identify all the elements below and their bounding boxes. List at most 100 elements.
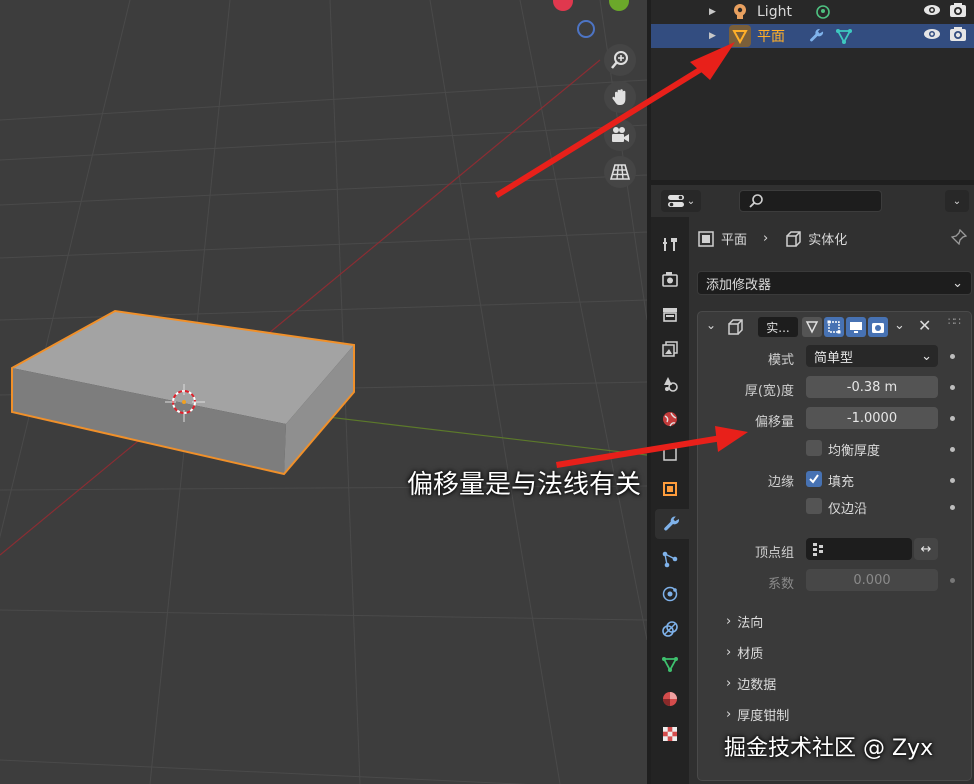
light-data-icon[interactable]	[815, 4, 831, 20]
breadcrumb-separator-icon: ›	[763, 231, 769, 246]
invert-vertex-group-button[interactable]: ↔	[914, 538, 938, 560]
mode-select[interactable]: 简单型 ⌄	[806, 345, 938, 367]
render-toggle[interactable]	[868, 317, 888, 337]
render-camera-icon[interactable]	[949, 2, 967, 22]
breadcrumb-modifier: 实体化	[808, 233, 848, 248]
keyframe-dot[interactable]	[950, 416, 955, 421]
collection-icon	[663, 447, 677, 461]
mesh-data-icon[interactable]	[835, 27, 853, 45]
thickness-field[interactable]: -0.38 m	[806, 376, 938, 398]
vertex-group-icon	[813, 543, 823, 556]
3d-viewport[interactable]	[0, 0, 647, 784]
wrench-icon	[664, 516, 680, 531]
even-thickness-label: 均衡厚度	[828, 444, 881, 459]
drag-handle-icon[interactable]: ∷∷	[948, 315, 961, 328]
edit-mode-toggle[interactable]	[824, 317, 844, 337]
properties-editor[interactable]: ⌄ ⌄ 平面 › 实体化 添加修改器 ⌄ ⌄ 实... ⌄ ✕ ∷∷ 模式 简单…	[651, 185, 974, 784]
chevron-down-icon[interactable]: ⌄	[894, 318, 905, 333]
offset-field[interactable]: -1.0000	[806, 407, 938, 429]
mode-label: 模式	[767, 353, 794, 368]
solidify-modifier-panel: ⌄ 实... ⌄ ✕ ∷∷ 模式 简单型 ⌄ 厚(宽)度 -0.38 m 偏移量…	[697, 311, 972, 781]
tab-modifiers[interactable]	[655, 509, 689, 539]
subpanel-normals[interactable]: › 法向	[726, 612, 763, 631]
even-thickness-checkbox[interactable]	[806, 440, 822, 456]
expand-arrow-icon[interactable]: ▶	[709, 7, 716, 17]
output-printer-icon	[663, 308, 677, 322]
rim-only-checkbox[interactable]	[806, 498, 822, 514]
properties-search-input[interactable]	[739, 190, 882, 212]
tab-world[interactable]	[655, 404, 685, 434]
rim-fill-label: 填充	[828, 475, 855, 490]
mesh-data-icon	[662, 657, 678, 672]
subpanel-thickness-clamp[interactable]: › 厚度钳制	[726, 705, 789, 724]
rim-fill-checkbox[interactable]	[806, 471, 822, 487]
zoom-button[interactable]	[604, 44, 636, 76]
tab-view-layer[interactable]	[655, 334, 685, 364]
outliner[interactable]: ▶ Light ▶ 平面	[651, 0, 974, 180]
tab-object-data[interactable]	[655, 649, 685, 679]
editor-type-selector[interactable]: ⌄	[661, 190, 701, 212]
pan-button[interactable]	[604, 81, 636, 113]
subpanel-label: 材质	[737, 647, 764, 662]
edit-cage-toggle[interactable]	[802, 317, 822, 337]
tab-particles[interactable]	[655, 544, 685, 574]
modifier-panel-header[interactable]: ⌄ 实... ⌄ ✕ ∷∷	[698, 312, 973, 342]
close-icon[interactable]: ✕	[918, 316, 931, 335]
rim-only-label: 仅边沿	[828, 502, 868, 517]
visibility-eye-icon[interactable]	[923, 28, 941, 44]
tab-material[interactable]	[655, 684, 685, 714]
visibility-eye-icon[interactable]	[923, 4, 941, 20]
pin-icon[interactable]	[950, 228, 968, 249]
keyframe-dot[interactable]	[950, 447, 955, 452]
chevron-down-icon: ⌄	[952, 275, 963, 291]
header-options-dropdown[interactable]: ⌄	[945, 190, 969, 212]
outliner-row-light[interactable]: ▶ Light	[651, 0, 974, 24]
collapse-chevron-icon[interactable]: ⌄	[706, 318, 716, 332]
add-modifier-dropdown[interactable]: 添加修改器 ⌄	[697, 271, 972, 295]
wrench-icon[interactable]	[809, 28, 825, 44]
object-square-icon	[663, 482, 677, 496]
perspective-toggle-button[interactable]	[604, 156, 636, 188]
keyframe-dot[interactable]	[950, 578, 955, 583]
factor-field[interactable]: 0.000	[806, 569, 938, 591]
keyframe-dot[interactable]	[950, 385, 955, 390]
tab-collection[interactable]	[655, 439, 685, 469]
double-arrow-icon: ↔	[920, 541, 932, 557]
tab-physics[interactable]	[655, 579, 685, 609]
tab-scene[interactable]	[655, 369, 685, 399]
view-layer-icon	[662, 341, 678, 357]
subpanel-edge-data[interactable]: › 边数据	[726, 674, 776, 693]
tab-tool[interactable]	[655, 229, 685, 259]
outliner-row-plane[interactable]: ▶ 平面	[651, 24, 974, 48]
expand-arrow-icon[interactable]: ▶	[709, 31, 716, 41]
material-sphere-icon	[663, 692, 677, 706]
tab-object[interactable]	[655, 474, 685, 504]
tool-icon	[663, 238, 677, 251]
vertex-group-field[interactable]	[806, 538, 912, 560]
subpanel-materials[interactable]: › 材质	[726, 643, 763, 662]
solidified-plane[interactable]	[11, 309, 355, 476]
tab-texture[interactable]	[655, 719, 685, 749]
camera-view-button[interactable]	[604, 119, 636, 151]
tab-output[interactable]	[655, 299, 685, 329]
render-camera-icon[interactable]	[949, 26, 967, 46]
solidify-modifier-icon	[786, 230, 801, 247]
gizmo-z-axis[interactable]	[577, 20, 595, 38]
viewport-grid	[0, 0, 647, 784]
tab-constraints[interactable]	[655, 614, 685, 644]
keyframe-dot[interactable]	[950, 478, 955, 483]
realtime-viewport-toggle[interactable]	[846, 317, 866, 337]
keyframe-dot[interactable]	[950, 505, 955, 510]
modifier-name-field[interactable]: 实...	[758, 317, 798, 337]
chevron-right-icon: ›	[726, 707, 732, 722]
breadcrumb: 平面 › 实体化	[697, 229, 847, 248]
chevron-right-icon: ›	[726, 676, 732, 691]
tab-render[interactable]	[655, 264, 685, 294]
light-bulb-icon	[729, 1, 751, 23]
physics-orbit-icon	[662, 586, 678, 602]
checkmark-icon	[809, 474, 819, 484]
chevron-down-icon: ⌄	[921, 348, 932, 364]
object-square-icon	[698, 230, 714, 247]
keyframe-dot[interactable]	[950, 354, 955, 359]
properties-tab-bar	[651, 217, 689, 784]
